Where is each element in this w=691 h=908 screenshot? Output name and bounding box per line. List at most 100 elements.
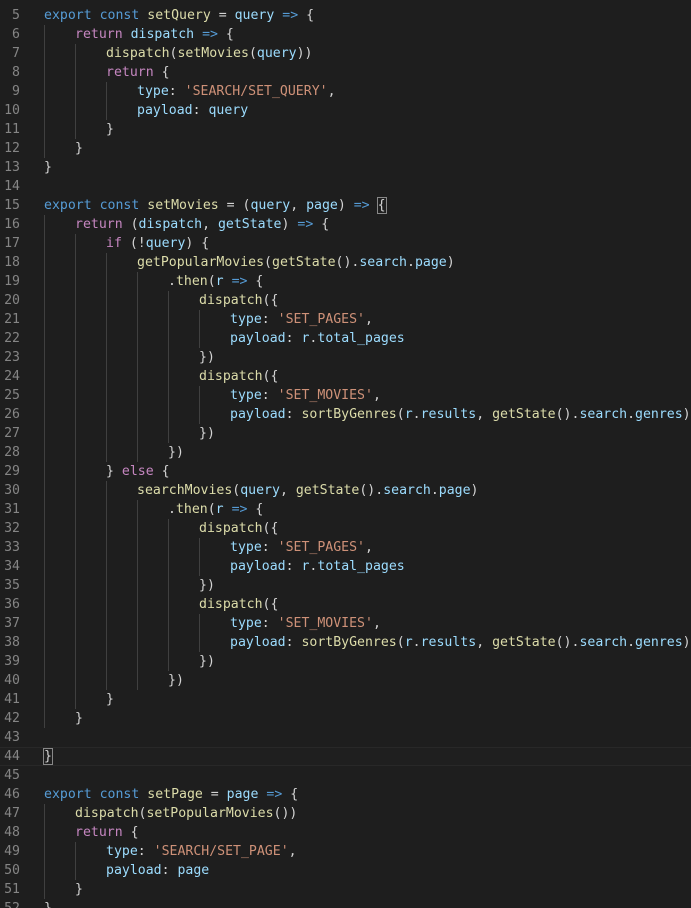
code-line[interactable]: 26 payload: sortByGenres(r.results, getSt… — [0, 405, 691, 424]
line-text[interactable]: dispatch({ — [199, 519, 278, 538]
code-token: (! — [121, 236, 146, 251]
code-line[interactable]: 43 — [0, 728, 691, 747]
line-text[interactable]: } — [75, 880, 83, 899]
code-line[interactable]: 22 payload: r.total_pages — [0, 329, 691, 348]
line-text[interactable]: }) — [199, 348, 215, 367]
code-line[interactable]: 10 payload: query — [0, 101, 691, 120]
code-line[interactable]: 19 .then(r => { — [0, 272, 691, 291]
code-line[interactable]: 40}) — [0, 671, 691, 690]
line-text[interactable]: type: 'SEARCH/SET_QUERY', — [137, 82, 336, 101]
line-text[interactable]: payload: query — [137, 101, 248, 120]
line-text[interactable]: } — [43, 747, 53, 766]
code-line[interactable]: 17 if (!query) { — [0, 234, 691, 253]
code-line[interactable]: 28}) — [0, 443, 691, 462]
line-text[interactable]: } — [44, 899, 52, 908]
code-line[interactable]: 29} else { — [0, 462, 691, 481]
line-text[interactable]: } — [75, 139, 83, 158]
line-text[interactable]: dispatch({ — [199, 367, 278, 386]
code-line[interactable]: 47 dispatch(setPopularMovies()) — [0, 804, 691, 823]
code-line[interactable]: 49 type: 'SEARCH/SET_PAGE', — [0, 842, 691, 861]
code-line[interactable]: 44} — [0, 747, 691, 766]
code-line[interactable]: 9 type: 'SEARCH/SET_QUERY', — [0, 82, 691, 101]
line-text[interactable]: } — [44, 158, 52, 177]
code-line[interactable]: 33 type: 'SET_PAGES', — [0, 538, 691, 557]
code-line[interactable]: 41} — [0, 690, 691, 709]
line-text[interactable]: payload: sortByGenres(r.results, getStat… — [230, 405, 691, 424]
line-text[interactable]: type: 'SET_PAGES', — [230, 310, 373, 329]
line-text[interactable]: export const setMovies = (query, page) =… — [44, 196, 387, 215]
code-line[interactable]: 31 .then(r => { — [0, 500, 691, 519]
code-editor[interactable]: 5 export const setQuery = query => {6 retu… — [0, 0, 691, 908]
line-text[interactable]: searchMovies(query, getState().search.pa… — [137, 481, 479, 500]
line-text[interactable]: } else { — [106, 462, 170, 481]
code-token: ( — [248, 46, 257, 61]
line-text[interactable]: payload: r.total_pages — [230, 329, 405, 348]
code-line[interactable]: 21 type: 'SET_PAGES', — [0, 310, 691, 329]
code-line[interactable]: 50 payload: page — [0, 861, 691, 880]
line-number: 34 — [4, 559, 20, 574]
line-text[interactable]: dispatch(setMovies(query)) — [106, 44, 313, 63]
code-line[interactable]: 13} — [0, 158, 691, 177]
code-line[interactable]: 16 return (dispatch, getState) => { — [0, 215, 691, 234]
line-text[interactable]: dispatch(setPopularMovies()) — [75, 804, 297, 823]
code-line[interactable]: 23}) — [0, 348, 691, 367]
line-text[interactable]: type: 'SEARCH/SET_PAGE', — [106, 842, 297, 861]
line-text[interactable]: }) — [168, 671, 184, 690]
line-text[interactable]: dispatch({ — [199, 595, 278, 614]
code-line[interactable]: 14 — [0, 177, 691, 196]
code-line[interactable]: 30 searchMovies(query, getState().search.… — [0, 481, 691, 500]
code-lines[interactable]: 5 export const setQuery = query => {6 retu… — [0, 6, 691, 908]
code-line[interactable]: 32 dispatch({ — [0, 519, 691, 538]
line-text[interactable]: } — [75, 709, 83, 728]
line-text[interactable]: } — [106, 690, 114, 709]
code-line[interactable]: 12} — [0, 139, 691, 158]
line-text[interactable]: return { — [106, 63, 170, 82]
code-line[interactable]: 35}) — [0, 576, 691, 595]
code-line[interactable]: 52} — [0, 899, 691, 908]
code-line[interactable]: 51} — [0, 880, 691, 899]
code-line[interactable]: 11} — [0, 120, 691, 139]
code-line[interactable]: 25 type: 'SET_MOVIES', — [0, 386, 691, 405]
code-line[interactable]: 37 type: 'SET_MOVIES', — [0, 614, 691, 633]
line-text[interactable]: .then(r => { — [168, 500, 263, 519]
line-text[interactable]: payload: r.total_pages — [230, 557, 405, 576]
line-text[interactable]: getPopularMovies(getState().search.page) — [137, 253, 455, 272]
code-line[interactable]: 5 export const setQuery = query => { — [0, 6, 691, 25]
code-line[interactable]: 20 dispatch({ — [0, 291, 691, 310]
code-line[interactable]: 8 return { — [0, 63, 691, 82]
line-text[interactable]: type: 'SET_MOVIES', — [230, 614, 381, 633]
line-text[interactable]: type: 'SET_MOVIES', — [230, 386, 381, 405]
line-number: 12 — [4, 141, 20, 156]
line-text[interactable]: }) — [199, 576, 215, 595]
line-text[interactable]: export const setPage = page => { — [44, 785, 298, 804]
code-line[interactable]: 18 getPopularMovies(getState().search.pag… — [0, 253, 691, 272]
line-text[interactable]: return dispatch => { — [75, 25, 234, 44]
code-line[interactable]: 24 dispatch({ — [0, 367, 691, 386]
line-text[interactable]: }) — [168, 443, 184, 462]
line-text[interactable]: .then(r => { — [168, 272, 263, 291]
line-text[interactable]: }) — [199, 652, 215, 671]
line-text[interactable]: } — [106, 120, 114, 139]
code-line[interactable]: 48 return { — [0, 823, 691, 842]
code-line[interactable]: 6 return dispatch => { — [0, 25, 691, 44]
code-line[interactable]: 36 dispatch({ — [0, 595, 691, 614]
line-text[interactable]: if (!query) { — [106, 234, 209, 253]
line-text[interactable]: return (dispatch, getState) => { — [75, 215, 329, 234]
code-line[interactable]: 46 export const setPage = page => { — [0, 785, 691, 804]
line-text[interactable]: payload: sortByGenres(r.results, getStat… — [230, 633, 691, 652]
line-text[interactable]: type: 'SET_PAGES', — [230, 538, 373, 557]
code-line[interactable]: 39}) — [0, 652, 691, 671]
line-text[interactable]: }) — [199, 424, 215, 443]
line-text[interactable]: return { — [75, 823, 139, 842]
line-text[interactable]: dispatch({ — [199, 291, 278, 310]
code-line[interactable]: 7 dispatch(setMovies(query)) — [0, 44, 691, 63]
code-line[interactable]: 15 export const setMovies = (query, page)… — [0, 196, 691, 215]
line-text[interactable]: payload: page — [106, 861, 209, 880]
code-token: , — [290, 198, 307, 213]
line-text[interactable]: export const setQuery = query => { — [44, 6, 314, 25]
code-line[interactable]: 45 — [0, 766, 691, 785]
code-line[interactable]: 34 payload: r.total_pages — [0, 557, 691, 576]
code-line[interactable]: 38 payload: sortByGenres(r.results, getSt… — [0, 633, 691, 652]
code-line[interactable]: 42} — [0, 709, 691, 728]
code-line[interactable]: 27}) — [0, 424, 691, 443]
